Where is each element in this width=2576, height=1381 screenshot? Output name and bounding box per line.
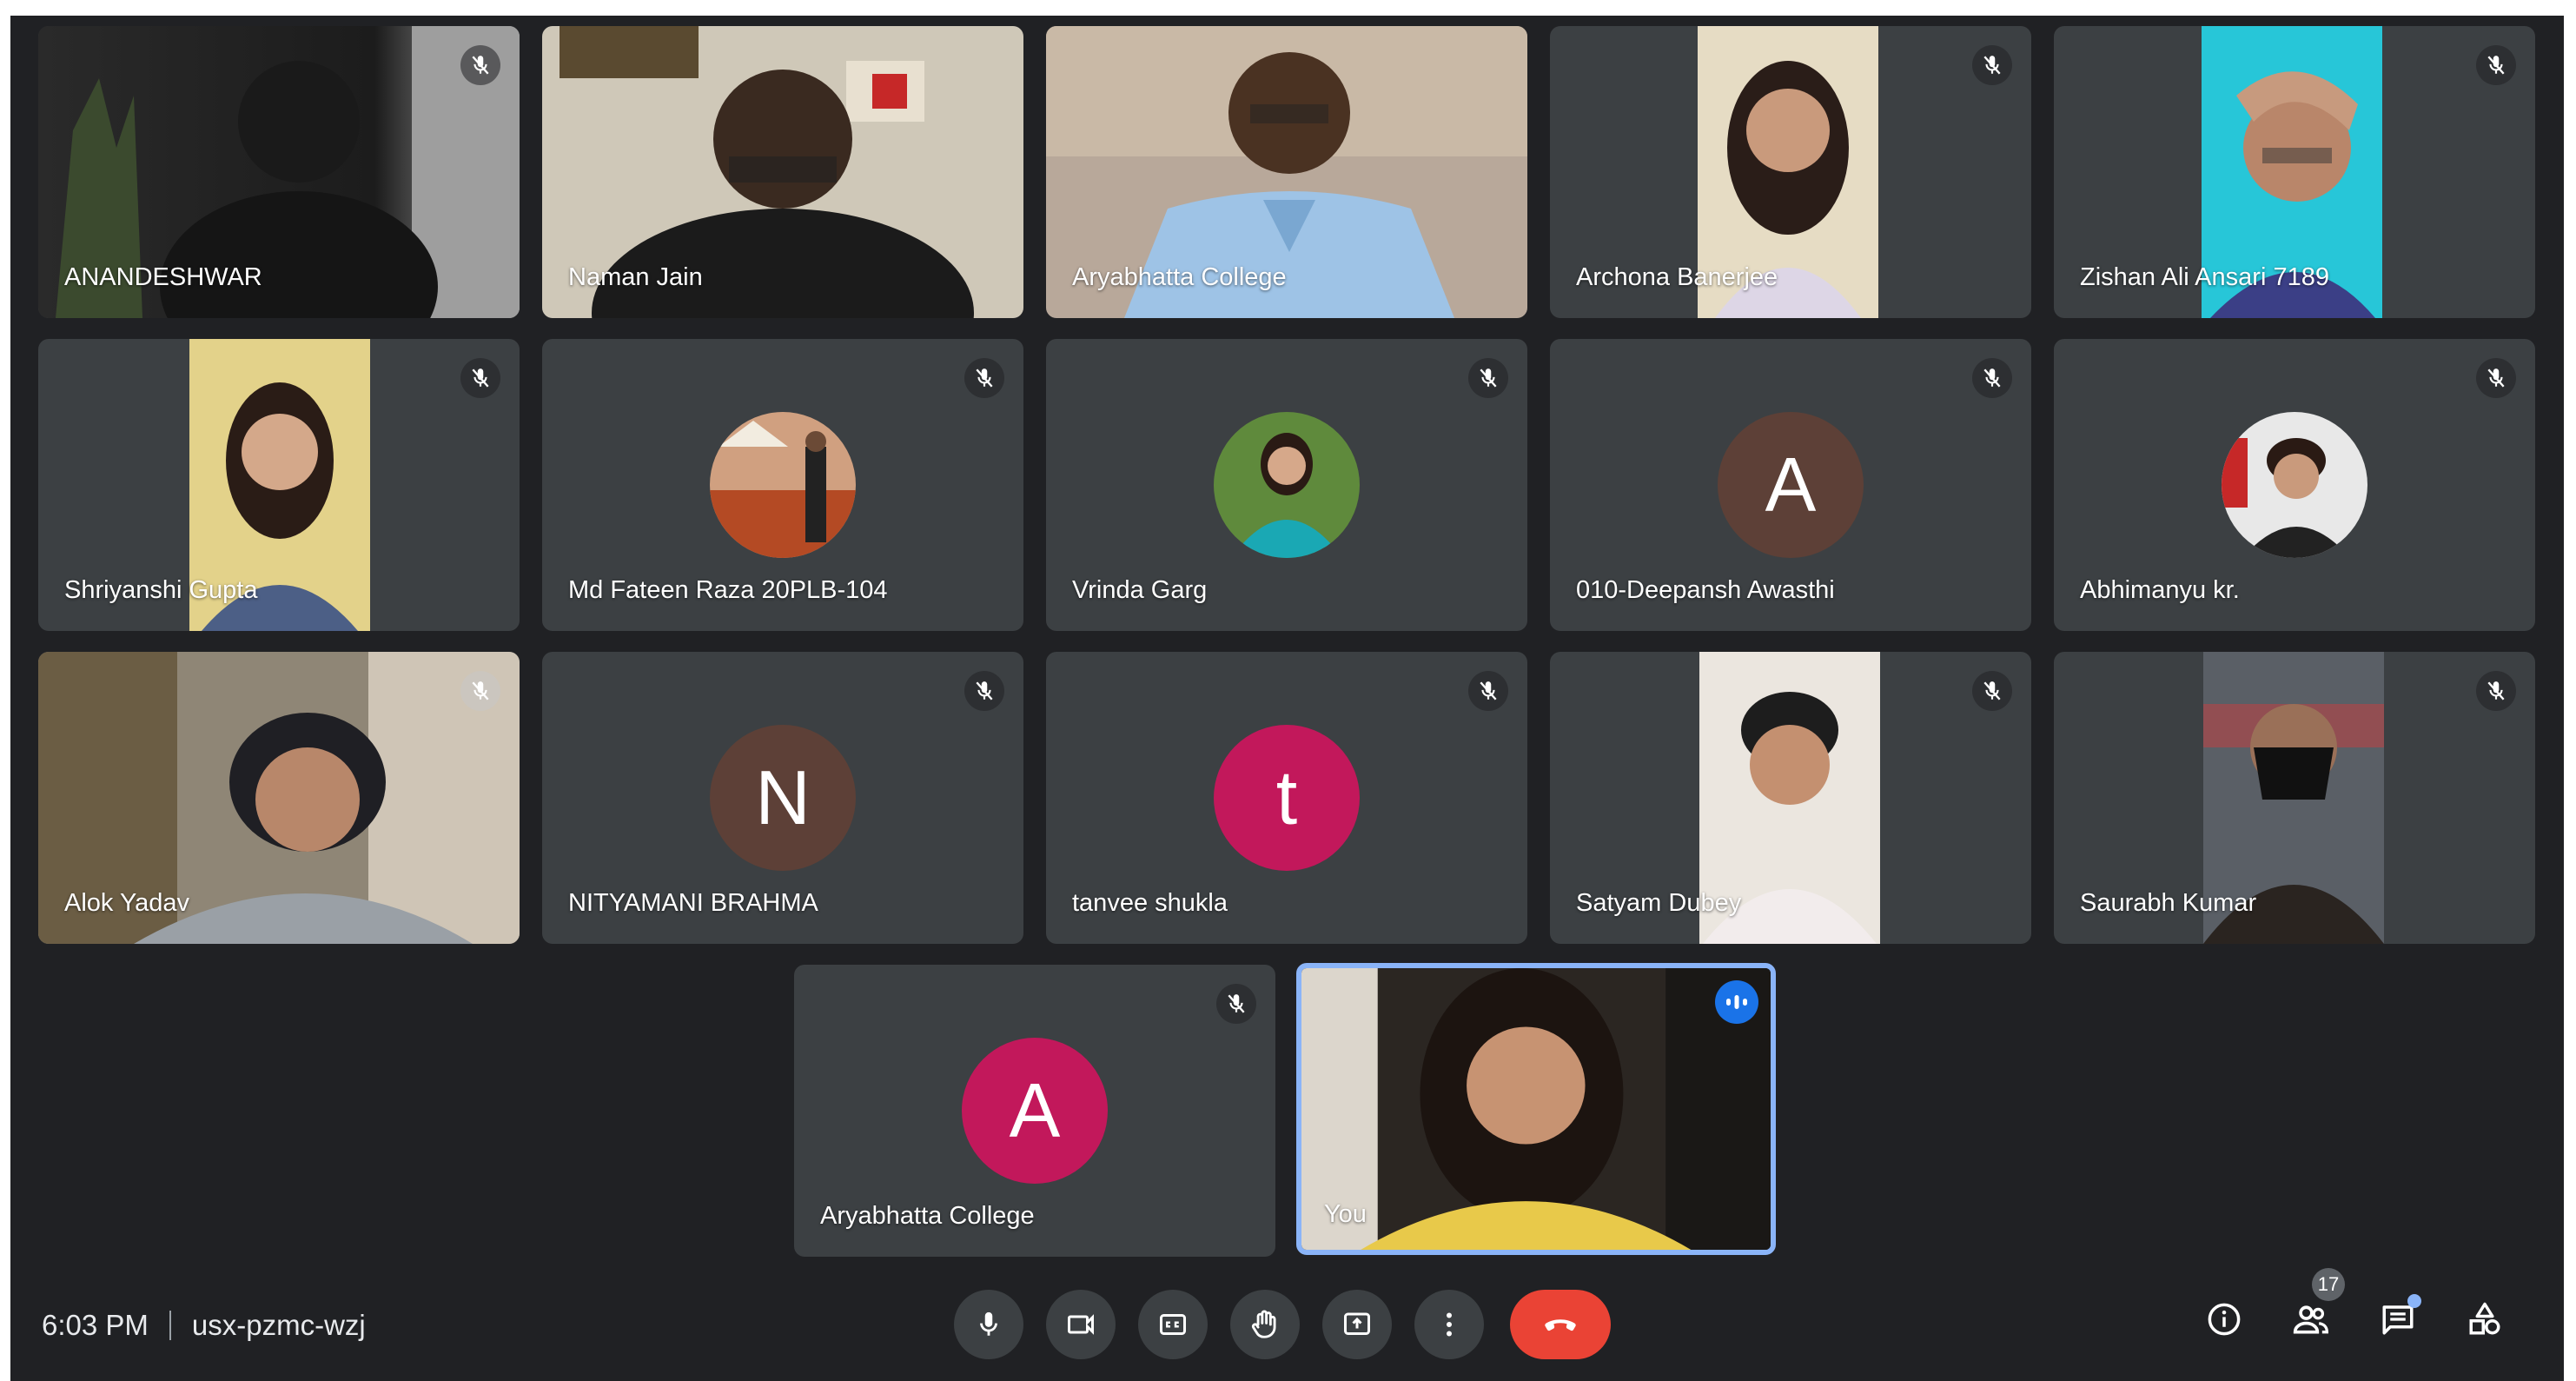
- meeting-info: 6:03 PM usx-pzmc-wzj: [42, 1309, 366, 1342]
- muted-mic-icon: [1972, 358, 2012, 398]
- participant-tile[interactable]: Naman Jain: [542, 26, 1023, 318]
- camera-button[interactable]: [1046, 1290, 1116, 1359]
- people-button[interactable]: 17: [2281, 1268, 2345, 1350]
- muted-mic-icon: [1468, 671, 1508, 711]
- present-icon: [1344, 1312, 1370, 1335]
- participant-tile[interactable]: t tanvee shukla: [1046, 652, 1527, 944]
- captions-button[interactable]: [1138, 1290, 1208, 1359]
- profile-photo-avatar: [1214, 412, 1360, 558]
- participant-tile[interactable]: Md Fateen Raza 20PLB-104: [542, 339, 1023, 631]
- muted-mic-icon: [460, 45, 500, 85]
- participant-name: 010-Deepansh Awasthi: [1576, 576, 1835, 604]
- participant-tile[interactable]: Shriyanshi Gupta: [38, 339, 520, 631]
- camera-icon: [1068, 1314, 1094, 1335]
- participant-grid: ANANDESHWAR Naman Jain Aryabhatta Colleg…: [0, 0, 2576, 1269]
- self-view-tile[interactable]: You: [1296, 963, 1776, 1255]
- end-call-button[interactable]: [1510, 1290, 1611, 1359]
- participant-tile[interactable]: Alok Yadav: [38, 652, 520, 944]
- participant-tile[interactable]: Zishan Ali Ansari 7189: [2054, 26, 2535, 318]
- meeting-time: 6:03 PM: [42, 1309, 149, 1341]
- raise-hand-icon: [1251, 1310, 1276, 1338]
- participant-name: You: [1324, 1200, 1367, 1228]
- participant-tile[interactable]: ANANDESHWAR: [38, 26, 520, 318]
- meeting-details-button[interactable]: [2194, 1289, 2255, 1350]
- muted-mic-icon: [1972, 45, 2012, 85]
- info-icon: [2208, 1303, 2241, 1336]
- participant-name: Zishan Ali Ansari 7189: [2080, 263, 2329, 291]
- muted-mic-icon: [964, 358, 1004, 398]
- participant-name: Naman Jain: [568, 263, 703, 291]
- unread-indicator: [2407, 1294, 2421, 1308]
- participant-name: tanvee shukla: [1072, 889, 1228, 917]
- activities-icon: [2469, 1302, 2500, 1335]
- participant-name: Satyam Dubey: [1576, 889, 1742, 917]
- more-options-button[interactable]: [1414, 1290, 1484, 1359]
- present-button[interactable]: [1322, 1290, 1392, 1359]
- speaking-indicator-icon: [1715, 980, 1758, 1024]
- participant-name: ANANDESHWAR: [64, 263, 262, 291]
- participant-tile[interactable]: Saurabh Kumar: [2054, 652, 2535, 944]
- side-panel-controls: 17: [2168, 1268, 2515, 1350]
- raise-hand-button[interactable]: [1230, 1290, 1300, 1359]
- participant-tile[interactable]: A 010-Deepansh Awasthi: [1550, 339, 2031, 631]
- participant-tile[interactable]: A Aryabhatta College: [794, 965, 1275, 1257]
- participant-tile[interactable]: Abhimanyu kr.: [2054, 339, 2535, 631]
- muted-mic-icon: [2476, 45, 2516, 85]
- muted-mic-icon: [460, 358, 500, 398]
- end-call-icon: [1545, 1319, 1576, 1331]
- meeting-code[interactable]: usx-pzmc-wzj: [192, 1309, 366, 1342]
- muted-mic-icon: [2476, 671, 2516, 711]
- letter-avatar: A: [1718, 412, 1864, 558]
- participant-name: Archona Banerjee: [1576, 263, 1778, 291]
- letter-avatar: A: [962, 1038, 1108, 1184]
- muted-mic-icon: [1972, 671, 2012, 711]
- more-options-icon: [1447, 1312, 1452, 1337]
- activities-button[interactable]: [2454, 1289, 2515, 1350]
- participant-tile[interactable]: Satyam Dubey: [1550, 652, 2031, 944]
- letter-avatar: t: [1214, 725, 1360, 871]
- participant-name: Saurabh Kumar: [2080, 889, 2257, 917]
- participant-name: Md Fateen Raza 20PLB-104: [568, 576, 888, 604]
- participant-name: Alok Yadav: [64, 889, 190, 917]
- captions-icon: [1160, 1314, 1186, 1335]
- participant-name: Vrinda Garg: [1072, 576, 1208, 604]
- mic-button[interactable]: [954, 1290, 1023, 1359]
- profile-photo-avatar: [710, 412, 856, 558]
- muted-mic-icon: [460, 671, 500, 711]
- divider: [169, 1311, 171, 1340]
- participant-name: Shriyanshi Gupta: [64, 576, 258, 604]
- letter-avatar: N: [710, 725, 856, 871]
- participant-tile[interactable]: Aryabhatta College: [1046, 26, 1527, 318]
- self-video: [1301, 968, 1771, 1250]
- call-controls: [954, 1289, 1611, 1360]
- people-count-badge: 17: [2312, 1268, 2345, 1301]
- muted-mic-icon: [964, 671, 1004, 711]
- muted-mic-icon: [1468, 358, 1508, 398]
- participant-name: NITYAMANI BRAHMA: [568, 889, 818, 917]
- chat-button[interactable]: [2367, 1289, 2428, 1350]
- muted-mic-icon: [1216, 984, 1256, 1024]
- participant-name: Abhimanyu kr.: [2080, 576, 2240, 604]
- muted-mic-icon: [2476, 358, 2516, 398]
- participant-tile[interactable]: Vrinda Garg: [1046, 339, 1527, 631]
- profile-photo-avatar: [2222, 412, 2367, 558]
- mic-icon: [980, 1311, 997, 1336]
- participant-name: Aryabhatta College: [1072, 263, 1287, 291]
- participant-tile[interactable]: N NITYAMANI BRAHMA: [542, 652, 1023, 944]
- people-icon: [2293, 1305, 2328, 1334]
- participant-name: Aryabhatta College: [820, 1202, 1035, 1230]
- participant-tile[interactable]: Archona Banerjee: [1550, 26, 2031, 318]
